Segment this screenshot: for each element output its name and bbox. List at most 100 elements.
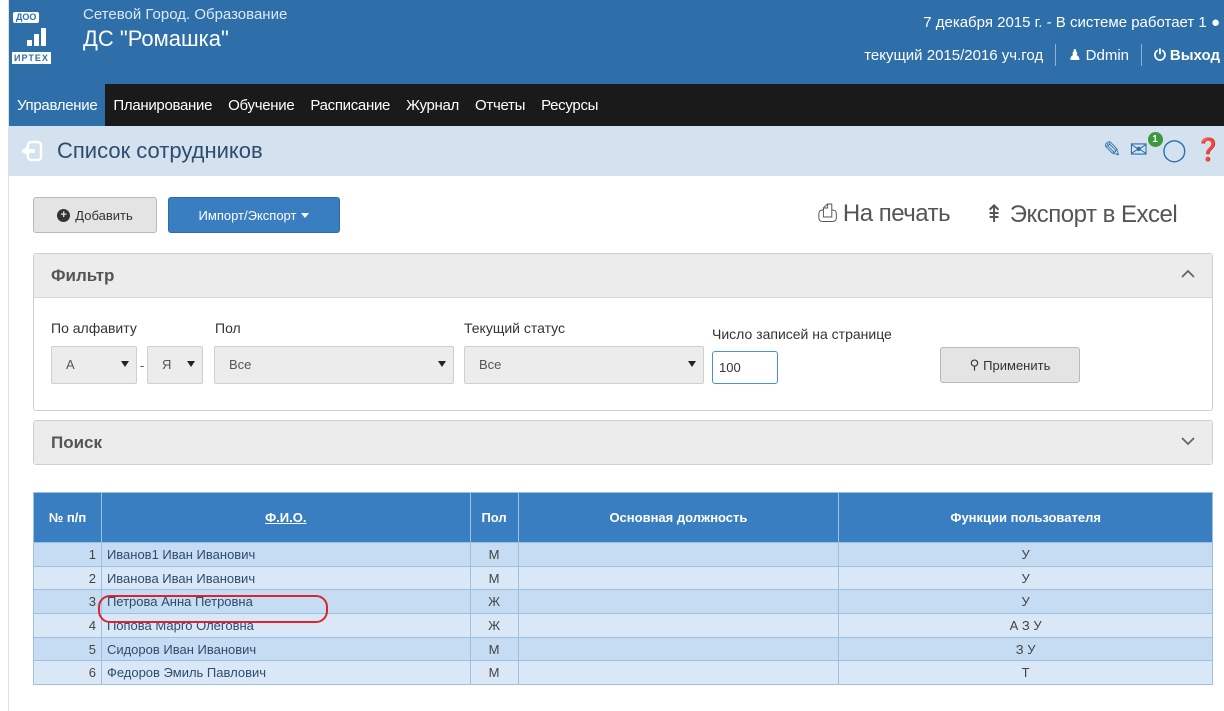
user-icon: ♟: [1068, 47, 1082, 64]
megaphone-icon[interactable]: ✎: [1103, 138, 1121, 162]
apply-button[interactable]: ⚲ Применить: [940, 347, 1080, 383]
row-functions: З У: [838, 636, 1213, 662]
caret-down-icon: [438, 361, 446, 367]
row-functions: Т: [838, 660, 1213, 686]
status-value: Все: [479, 357, 502, 372]
row-num: 3: [33, 589, 102, 615]
chevron-up-icon[interactable]: [1180, 266, 1196, 282]
user-name[interactable]: Ddmin: [1086, 47, 1129, 64]
nav-item-resources[interactable]: Ресурсы: [533, 84, 606, 126]
col-header-position: Основная должность: [517, 492, 840, 543]
employee-name-link[interactable]: Иванова Иван Иванович: [100, 565, 471, 591]
search-header[interactable]: Поиск: [34, 421, 1212, 464]
table-row: 6 Федоров Эмиль Павлович М Т: [33, 660, 1213, 686]
print-link[interactable]: ⎙ На печать: [818, 200, 951, 228]
main-nav: Управление Планирование Обучение Расписа…: [9, 84, 1224, 126]
employee-name-link[interactable]: Федоров Эмиль Павлович: [100, 660, 471, 686]
row-position: [517, 613, 840, 638]
nav-item-planning[interactable]: Планирование: [105, 84, 220, 126]
gender-value: Все: [229, 357, 252, 372]
row-num: 1: [33, 542, 102, 567]
export-excel-label: Экспорт в Excel: [1009, 201, 1178, 228]
mail-icon[interactable]: ✉ 1: [1130, 132, 1163, 162]
help-icon[interactable]: ❓: [1195, 138, 1222, 162]
header-user-bar: текущий 2015/2016 уч.год ♟ Ddmin ⏻ Выход: [864, 44, 1220, 66]
row-gender: Ж: [469, 589, 519, 615]
range-dash: -: [140, 358, 145, 373]
row-num: 6: [33, 660, 102, 686]
gender-label: Пол: [215, 320, 241, 336]
nav-item-learning[interactable]: Обучение: [220, 84, 302, 126]
import-export-button[interactable]: Импорт/Экспорт: [168, 197, 340, 233]
alphabet-label: По алфавиту: [51, 320, 137, 336]
row-num: 5: [33, 636, 102, 662]
back-icon[interactable]: [19, 140, 43, 162]
chat-icon[interactable]: ◯: [1162, 138, 1187, 162]
notification-badge: 1: [1147, 132, 1163, 147]
row-gender: Ж: [469, 613, 519, 638]
page-title: Список сотрудников: [57, 138, 263, 163]
row-gender: М: [469, 660, 519, 686]
nav-item-journal[interactable]: Журнал: [398, 84, 467, 126]
table-row: 2 Иванова Иван Иванович М У: [33, 565, 1213, 591]
search-icon: ⚲: [969, 357, 980, 372]
app-header: ДОО ИРТЕХ Сетевой Город. Образование ДС …: [9, 0, 1224, 84]
row-functions: У: [838, 589, 1213, 615]
per-page-label: Число записей на странице: [712, 326, 892, 342]
window-edge: [0, 0, 9, 711]
employee-name-link[interactable]: Сидоров Иван Иванович: [100, 636, 471, 662]
employee-name-link[interactable]: Петрова Анна Петровна: [100, 589, 471, 615]
gender-select[interactable]: Все: [214, 346, 454, 384]
filter-title: Фильтр: [51, 266, 115, 285]
logo-badge: ДОО: [13, 12, 40, 23]
app-name: Сетевой Город. Образование: [83, 6, 288, 23]
employee-name-link[interactable]: Попова Марго Олеговна: [100, 613, 471, 638]
col-header-num: № п/п: [33, 492, 102, 543]
logout-link[interactable]: Выход: [1170, 47, 1220, 64]
divider: [1141, 44, 1143, 66]
export-excel-link[interactable]: ⇞ Экспорт в Excel: [984, 200, 1178, 229]
caret-down-icon: [121, 361, 129, 367]
print-label: На печать: [842, 200, 951, 227]
date-status: 7 декабря 2015 г. - В системе работает 1…: [923, 14, 1220, 31]
status-select[interactable]: Все: [464, 346, 704, 384]
chevron-down-icon[interactable]: [1180, 433, 1196, 449]
row-functions: У: [838, 565, 1213, 591]
printer-icon: ⎙: [818, 200, 837, 227]
alphabet-to-value: Я: [162, 357, 172, 372]
col-header-name[interactable]: Ф.И.О.: [100, 492, 471, 543]
row-gender: М: [469, 542, 519, 567]
export-icon: ⇞: [984, 201, 1004, 228]
add-button[interactable]: + Добавить: [33, 197, 157, 233]
table-row: 1 Иванов1 Иван Иванович М У: [33, 542, 1213, 567]
status-label: Текущий статус: [464, 320, 566, 336]
per-page-input[interactable]: 100: [712, 351, 778, 384]
app-logo[interactable]: ДОО ИРТЕХ: [9, 6, 63, 72]
nav-item-management[interactable]: Управление: [9, 84, 106, 126]
alphabet-to-select[interactable]: Я: [147, 346, 203, 384]
row-position: [517, 589, 840, 615]
employees-table: № п/п Ф.И.О. Пол Основная должность Функ…: [33, 492, 1213, 686]
filter-header[interactable]: Фильтр: [34, 254, 1212, 298]
table-row: 3 Петрова Анна Петровна Ж У: [33, 589, 1213, 615]
title-actions: ✎ ✉ 1 ◯ ❓: [1103, 132, 1222, 162]
org-name: ДС "Ромашка": [83, 26, 229, 51]
row-position: [517, 660, 840, 686]
alphabet-from-value: А: [66, 357, 75, 372]
alphabet-from-select[interactable]: А: [51, 346, 137, 384]
employee-name-link[interactable]: Иванов1 Иван Иванович: [100, 542, 471, 567]
row-position: [517, 542, 840, 567]
caret-down-icon: [301, 212, 310, 218]
caret-down-icon: [688, 361, 696, 367]
per-page-value: 100: [719, 360, 741, 375]
user-icon: ●: [1210, 14, 1220, 31]
nav-item-schedule[interactable]: Расписание: [302, 84, 398, 126]
school-year[interactable]: текущий 2015/2016 уч.год: [864, 47, 1043, 64]
caret-down-icon: [187, 361, 195, 367]
nav-item-reports[interactable]: Отчеты: [467, 84, 533, 126]
search-title: Поиск: [51, 433, 103, 452]
row-num: 2: [33, 565, 102, 591]
add-button-label: Добавить: [75, 207, 133, 223]
row-gender: М: [469, 565, 519, 591]
col-header-functions: Функции пользователя: [838, 492, 1213, 543]
